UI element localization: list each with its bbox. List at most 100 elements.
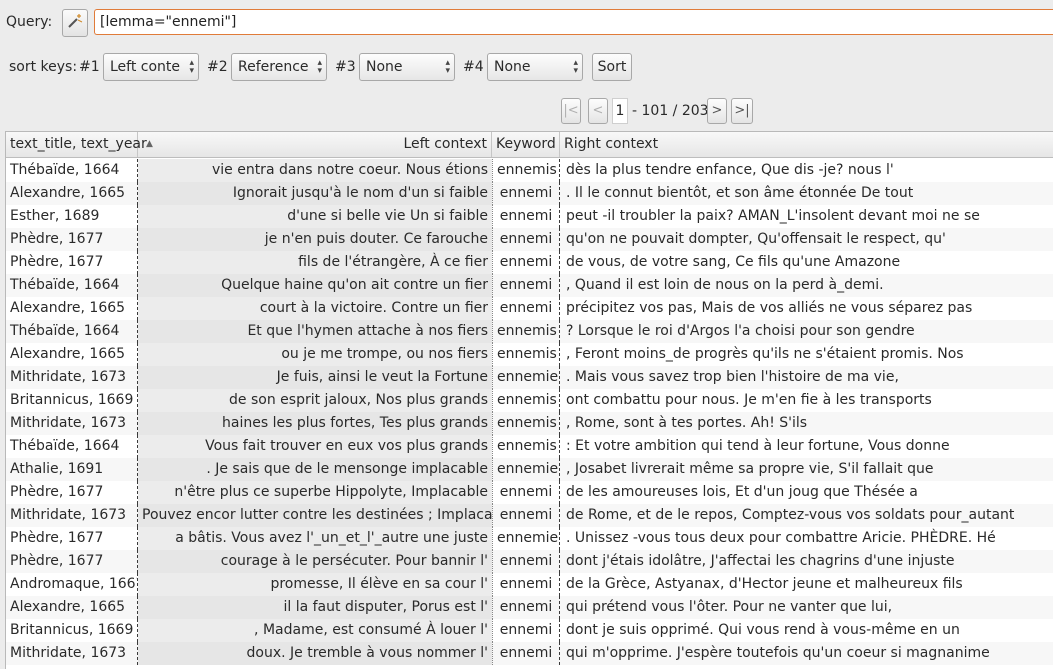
cell-left-context: Quelque haine qu'on ait contre un fier: [138, 274, 492, 297]
last-page-button[interactable]: >|: [731, 98, 753, 124]
cell-title: Esther, 1689: [6, 205, 138, 228]
cell-right-context: ? Lorsque le roi d'Argos l'a choisi pour…: [566, 323, 915, 339]
cell-right-context: . Unissez -vous tous deux pour combattre…: [566, 530, 996, 546]
cell-left-context: Vous fait trouver en eux vos plus grands: [138, 435, 492, 458]
cell-keyword: ennemi: [492, 228, 560, 251]
cell-left-context: d'une si belle vie Un si faible: [138, 205, 492, 228]
table-row[interactable]: Thébaïde, 1664 Vous fait trouver en eux v…: [6, 435, 1053, 458]
table-row[interactable]: Phèdre, 1677 fils de l'étrangère, À ce fi…: [6, 251, 1053, 274]
cell-title: Andromaque, 1667: [6, 573, 138, 596]
cell-left-context: haines les plus fortes, Tes plus grands: [138, 412, 492, 435]
cell-title: Phèdre, 1677: [6, 527, 138, 550]
sort-key-1-select[interactable]: Left conte ▴ ▾: [103, 53, 199, 81]
sort-button[interactable]: Sort: [592, 53, 632, 81]
cell-keyword: ennemis: [492, 343, 560, 366]
table-row[interactable]: Britannicus, 1669 de son esprit jaloux, N…: [6, 389, 1053, 412]
cell-left-context: , Madame, est consumé À louer l': [138, 619, 492, 642]
cell-left-context: ou je me trompe, ou nos fiers: [138, 343, 492, 366]
cell-title: Thébaïde, 1664: [6, 159, 138, 182]
table-row[interactable]: Phèdre, 1677 je n'en puis douter. Ce faro…: [6, 228, 1053, 251]
cell-keyword: ennemi: [492, 550, 560, 573]
table-header: text_title, text_year ▲ Left context Key…: [6, 132, 1053, 158]
cell-keyword: ennemi: [492, 642, 560, 665]
page-info: - 101 / 203: [632, 103, 709, 119]
page-number-field[interactable]: 1: [612, 98, 628, 124]
cell-right-context: de la Grèce, Astyanax, d'Hector jeune et…: [566, 576, 963, 592]
cell-right-context: qu'on ne pouvait dompter, Qu'offensait l…: [566, 231, 946, 247]
table-row[interactable]: Esther, 1689 d'une si belle vie Un si fai…: [6, 205, 1053, 228]
table-row[interactable]: Alexandre, 1665 Ignorait jusqu'à le nom d…: [6, 182, 1053, 205]
table-body: Thébaïde, 1664 vie entra dans notre coeur…: [6, 159, 1053, 665]
cell-right-context: , Quand il est loin de nous on la perd à…: [566, 277, 884, 293]
cell-title: Thébaïde, 1664: [6, 320, 138, 343]
table-row[interactable]: Mithridate, 1673 doux. Je tremble à vous …: [6, 642, 1053, 665]
cell-title: Mithridate, 1673: [6, 504, 138, 527]
cell-title: Mithridate, 1673: [6, 412, 138, 435]
cell-right-context: de Rome, et de le repos, Comptez-vous vo…: [566, 507, 1015, 523]
cell-keyword: ennemie: [492, 366, 560, 389]
query-builder-button[interactable]: [62, 9, 88, 37]
cell-keyword: ennemis: [492, 435, 560, 458]
magic-wand-icon: [67, 13, 83, 33]
cell-keyword: ennemi: [492, 596, 560, 619]
table-row[interactable]: Alexandre, 1665 court à la victoire. Cont…: [6, 297, 1053, 320]
cell-right-context: peut -il troubler la paix? AMAN_L'insole…: [566, 208, 980, 224]
table-row[interactable]: Phèdre, 1677 n'être plus ce superbe Hippo…: [6, 481, 1053, 504]
table-row[interactable]: Phèdre, 1677 a bâtis. Vous avez l'_un_et_…: [6, 527, 1053, 550]
table-row[interactable]: Thébaïde, 1664 vie entra dans notre coeur…: [6, 159, 1053, 182]
cell-title: Alexandre, 1665: [6, 182, 138, 205]
cell-left-context: Et que l'hymen attache à nos fiers: [138, 320, 492, 343]
cell-left-context: Je fuis, ainsi le veut la Fortune: [138, 366, 492, 389]
cell-title: Alexandre, 1665: [6, 297, 138, 320]
table-row[interactable]: Thébaïde, 1664 Quelque haine qu'on ait co…: [6, 274, 1053, 297]
cell-title: Thébaïde, 1664: [6, 274, 138, 297]
spinner-arrows-icon: ▴ ▾: [573, 58, 578, 76]
spinner-arrows-icon: ▴ ▾: [445, 58, 450, 76]
cell-title: Alexandre, 1665: [6, 343, 138, 366]
cell-keyword: ennemi: [492, 251, 560, 274]
cell-left-context: je n'en puis douter. Ce farouche: [138, 228, 492, 251]
table-row[interactable]: Mithridate, 1673 Je fuis, ainsi le veut l…: [6, 366, 1053, 389]
table-row[interactable]: Britannicus, 1669, Madame, est consumé À…: [6, 619, 1053, 642]
query-input[interactable]: [94, 9, 1053, 35]
cell-keyword: ennemie: [492, 527, 560, 550]
table-row[interactable]: Athalie, 1691. Je sais que de le mensong…: [6, 458, 1053, 481]
cell-keyword: ennemis: [492, 389, 560, 412]
cell-title: Phèdre, 1677: [6, 550, 138, 573]
cell-left-context: fils de l'étrangère, À ce fier: [138, 251, 492, 274]
cell-left-context: de son esprit jaloux, Nos plus grands: [138, 389, 492, 412]
first-page-button[interactable]: |<: [561, 98, 581, 124]
cell-left-context: n'être plus ce superbe Hippolyte, Implac…: [138, 481, 492, 504]
table-row[interactable]: Mithridate, 1673 haines les plus fortes, …: [6, 412, 1053, 435]
cell-keyword: ennemi: [492, 274, 560, 297]
column-header-right-context[interactable]: Right context: [560, 132, 1053, 157]
cell-right-context: . Il le connut bientôt, et son âme étonn…: [566, 185, 914, 201]
cell-right-context: , Feront moins_de progrès qu'ils ne s'ét…: [566, 346, 964, 362]
column-header-left-context[interactable]: Left context: [138, 132, 492, 157]
sort-key-3-select[interactable]: None ▴ ▾: [359, 53, 455, 81]
spinner-arrows-icon: ▴ ▾: [317, 58, 322, 76]
sort-key-4-select[interactable]: None ▴ ▾: [487, 53, 583, 81]
sort-key-2-select[interactable]: Reference ▴ ▾: [231, 53, 327, 81]
sort-key-2-label: #2: [207, 59, 228, 75]
cell-title: Britannicus, 1669: [6, 619, 138, 642]
cell-right-context: , Josabet livrerait même sa propre vie, …: [566, 461, 934, 477]
next-page-button[interactable]: >: [707, 98, 727, 124]
table-row[interactable]: Mithridate, 1673 Pouvez encor lutter cont…: [6, 504, 1053, 527]
table-row[interactable]: Thébaïde, 1664 Et que l'hymen attache à n…: [6, 320, 1053, 343]
cell-title: Britannicus, 1669: [6, 389, 138, 412]
table-row[interactable]: Andromaque, 1667 promesse, Il élève en sa…: [6, 573, 1053, 596]
cell-left-context: Ignorait jusqu'à le nom d'un si faible: [138, 182, 492, 205]
prev-page-button[interactable]: <: [588, 98, 608, 124]
sort-key-3-value: None: [366, 59, 403, 75]
cell-left-context: doux. Je tremble à vous nommer l': [138, 642, 492, 665]
table-row[interactable]: Alexandre, 1665 ou je me trompe, ou nos f…: [6, 343, 1053, 366]
column-header-title[interactable]: text_title, text_year: [6, 132, 147, 157]
cell-right-context: , Rome, sont à tes portes. Ah! S'ils: [566, 415, 808, 431]
cell-right-context: de vous, de votre sang, Ce fils qu'une A…: [566, 254, 901, 270]
cell-left-context: courage à le persécuter. Pour bannir l': [138, 550, 492, 573]
cell-keyword: ennemi: [492, 182, 560, 205]
table-row[interactable]: Phèdre, 1677 courage à le persécuter. Pou…: [6, 550, 1053, 573]
column-header-keyword[interactable]: Keyword: [492, 132, 560, 157]
table-row[interactable]: Alexandre, 1665 il la faut disputer, Poru…: [6, 596, 1053, 619]
